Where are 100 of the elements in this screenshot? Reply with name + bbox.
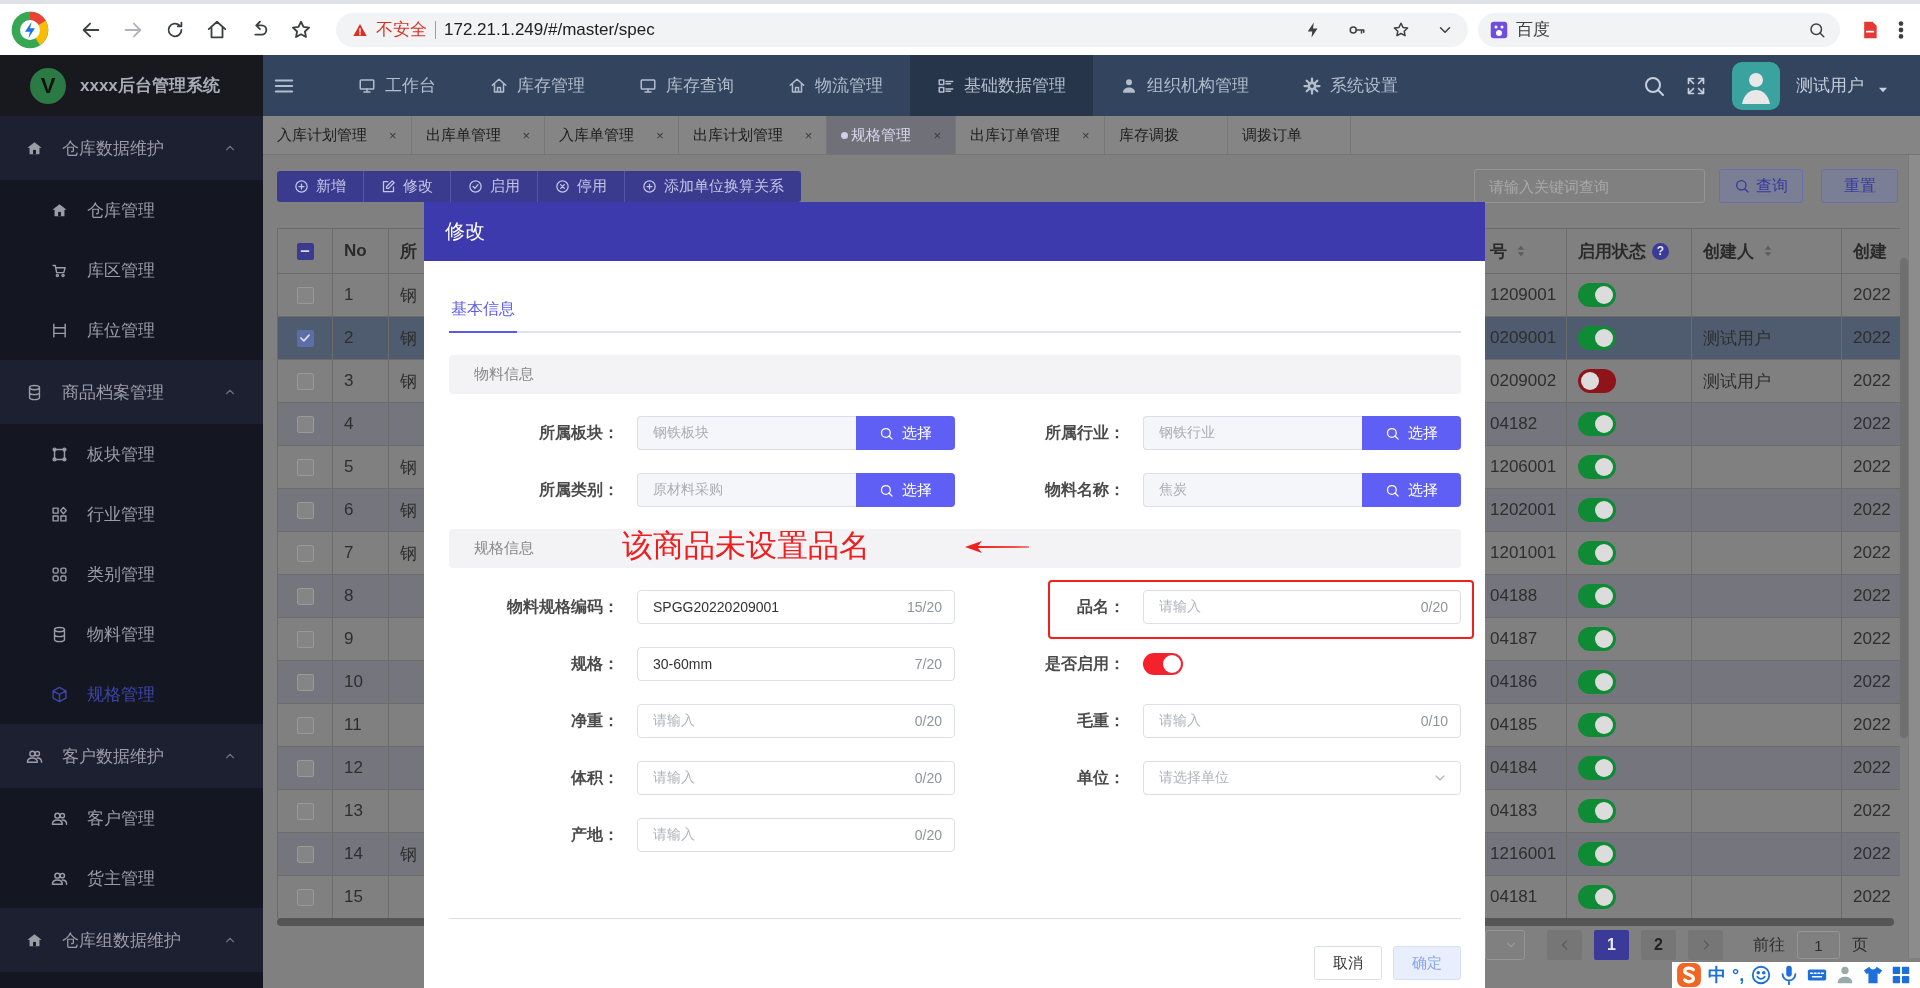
browser-search-field[interactable]: 百度 — [1478, 12, 1840, 47]
page-button[interactable]: 1 — [1594, 930, 1629, 960]
close-icon[interactable]: × — [933, 127, 941, 143]
home-icon[interactable] — [206, 18, 228, 41]
input-field[interactable]: 请输入 0/20 — [637, 704, 955, 738]
input-field[interactable]: 请输入 0/20 — [1143, 590, 1461, 624]
sidebar-item[interactable]: 库区管理 — [0, 240, 263, 300]
toggle-switch[interactable] — [1578, 756, 1616, 780]
close-icon[interactable]: × — [389, 127, 397, 143]
row-checkbox[interactable] — [296, 458, 314, 476]
nav-item[interactable]: 系统设置 — [1276, 55, 1425, 116]
toggle-switch[interactable] — [1578, 799, 1616, 823]
row-checkbox[interactable] — [296, 415, 314, 433]
cancel-button[interactable]: 取消 — [1314, 946, 1382, 980]
input-field[interactable]: 请输入 0/20 — [637, 818, 955, 852]
toolbar-button[interactable]: 启用 — [451, 170, 538, 202]
toggle-switch[interactable] — [1578, 627, 1616, 651]
sidebar-item[interactable]: 物料管理 — [0, 604, 263, 664]
row-checkbox[interactable] — [296, 845, 314, 863]
tab[interactable]: 基本信息 — [449, 295, 517, 333]
close-icon[interactable]: × — [656, 127, 664, 143]
input-field[interactable]: 30-60mm 7/20 — [637, 647, 955, 681]
page-tab[interactable]: 调拨订单 — [1227, 116, 1351, 154]
toggle-switch[interactable] — [1578, 283, 1616, 307]
column-header[interactable]: No — [344, 241, 367, 261]
column-header[interactable]: 创建 — [1853, 239, 1887, 263]
nav-item[interactable]: 库存查询 — [612, 55, 761, 116]
nav-item[interactable]: 库存管理 — [463, 55, 612, 116]
address-bar[interactable]: 不安全 172.21.1.249/#/master/spec — [336, 12, 1469, 47]
page-number-field[interactable]: 1 — [1797, 931, 1840, 959]
toggle-switch[interactable] — [1578, 842, 1616, 866]
toggle-switch[interactable] — [1578, 369, 1616, 393]
page-button[interactable]: 2 — [1641, 930, 1676, 960]
row-checkbox[interactable] — [296, 501, 314, 519]
toggle-switch[interactable] — [1578, 326, 1616, 350]
sidebar-item[interactable]: 板块管理 — [0, 424, 263, 484]
row-checkbox[interactable] — [296, 329, 314, 347]
close-icon[interactable]: × — [522, 127, 531, 143]
row-checkbox[interactable] — [296, 759, 314, 777]
fullscreen-icon[interactable] — [1686, 75, 1706, 96]
sidebar-item[interactable]: 库位管理 — [0, 300, 263, 360]
star-icon[interactable] — [1392, 20, 1411, 39]
input-field[interactable]: 请输入 0/20 — [637, 761, 955, 795]
sidebar-item[interactable]: 客户管理 — [0, 788, 263, 848]
toggle-switch[interactable] — [1578, 498, 1616, 522]
toolbar-button[interactable]: 修改 — [364, 170, 451, 202]
row-checkbox[interactable] — [296, 673, 314, 691]
sidebar-group[interactable]: 仓库组数据维护 — [0, 908, 263, 972]
sidebar-group[interactable]: 商品档案管理 — [0, 360, 263, 424]
smiley-icon[interactable] — [1750, 964, 1773, 986]
toggle-switch[interactable] — [1578, 885, 1616, 909]
close-icon[interactable]: × — [1081, 127, 1090, 143]
shirt-icon[interactable] — [1862, 964, 1885, 986]
toggle-switch[interactable] — [1578, 541, 1616, 565]
input-field[interactable]: 请输入 0/10 — [1143, 704, 1461, 738]
row-checkbox[interactable] — [296, 286, 314, 304]
user-menu[interactable]: 测试用户 — [1796, 55, 1920, 116]
toggle-switch[interactable] — [1578, 455, 1616, 479]
toggle-switch[interactable] — [1578, 584, 1616, 608]
nav-item[interactable]: 物流管理 — [761, 55, 910, 116]
row-checkbox[interactable] — [296, 372, 314, 390]
sidebar-group[interactable]: 客户数据维护 — [0, 724, 263, 788]
toolbar-button[interactable]: 添加单位换算关系 — [625, 170, 801, 202]
page-tab[interactable]: 入库计划管理 × — [263, 116, 412, 154]
search-icon[interactable] — [1808, 20, 1826, 39]
row-checkbox[interactable] — [296, 630, 314, 648]
column-header[interactable]: 号 — [1490, 239, 1507, 263]
input-field[interactable]: SPGG20220209001 15/20 — [637, 590, 955, 624]
avatar-icon[interactable] — [1732, 61, 1780, 110]
page-tab[interactable]: 入库单管理 × — [545, 116, 679, 154]
sidebar-item[interactable]: 仓库管理 — [0, 180, 263, 240]
nav-item[interactable]: 组织机构管理 — [1093, 55, 1276, 116]
page-tab[interactable]: 出库单管理 × — [411, 116, 546, 154]
toolbar-button[interactable]: 新增 — [277, 170, 364, 202]
close-icon[interactable]: × — [804, 127, 813, 143]
bookmark-star-icon[interactable] — [290, 18, 312, 41]
page-tab[interactable]: 规格管理 × — [827, 116, 956, 154]
sidebar-item[interactable]: 类别管理 — [0, 544, 263, 604]
input-mode-toggle[interactable]: 中 — [1708, 963, 1726, 987]
reset-button[interactable]: 重置 — [1821, 169, 1898, 203]
sidebar-group[interactable]: 仓库数据维护 — [0, 116, 263, 180]
query-button[interactable]: 查询 — [1719, 169, 1803, 203]
row-checkbox[interactable] — [296, 587, 314, 605]
toggle-switch[interactable] — [1143, 653, 1183, 675]
s-logo-icon[interactable] — [1676, 962, 1702, 988]
sidebar-item[interactable]: 货主管理 — [0, 848, 263, 908]
nav-item[interactable]: 工作台 — [331, 55, 463, 116]
sidebar-item[interactable]: 行业管理 — [0, 484, 263, 544]
column-header[interactable]: 所 — [400, 239, 417, 263]
column-header[interactable]: 启用状态 — [1578, 239, 1646, 263]
row-checkbox[interactable] — [296, 888, 314, 906]
nav-item[interactable]: 基础数据管理 — [910, 55, 1093, 116]
toggle-switch[interactable] — [1578, 713, 1616, 737]
row-checkbox[interactable] — [296, 716, 314, 734]
select-all-checkbox[interactable] — [296, 242, 314, 260]
toolbar-button[interactable]: 停用 — [538, 170, 625, 202]
page-tab[interactable]: 出库订单管理 × — [955, 116, 1105, 154]
page-tab[interactable]: 库存调拨 — [1104, 116, 1228, 154]
punctuation-toggle[interactable]: °, — [1732, 964, 1745, 986]
row-checkbox[interactable] — [296, 802, 314, 820]
